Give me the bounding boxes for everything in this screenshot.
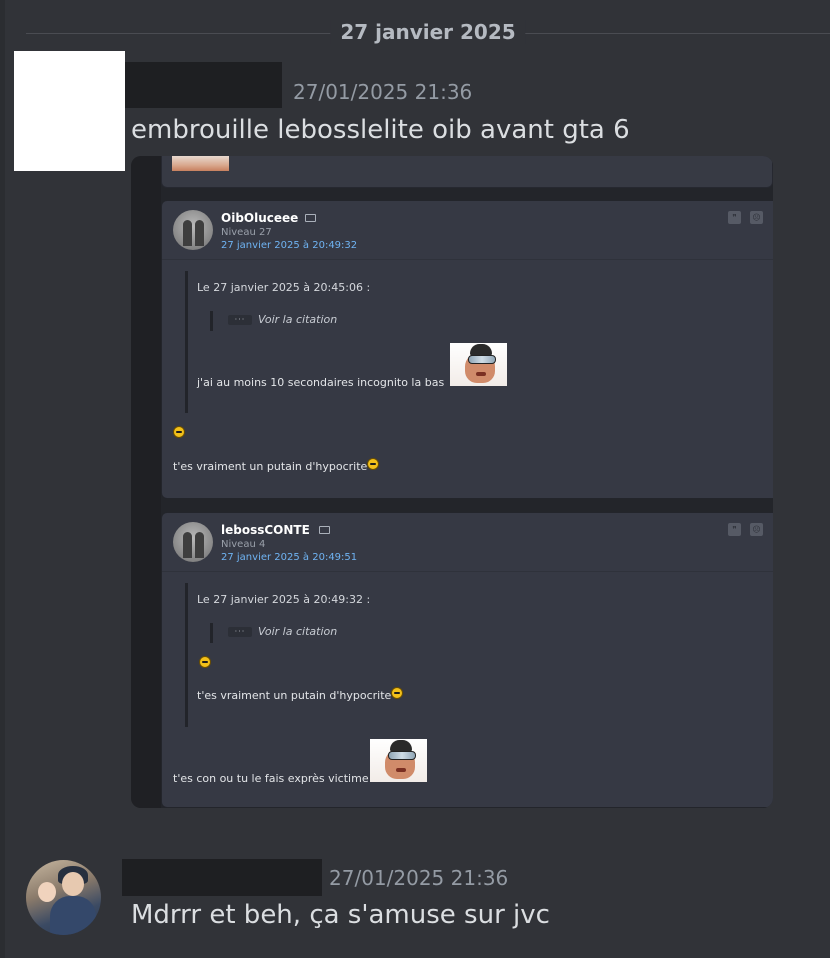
laughing-smiley-icon: [391, 687, 403, 699]
nested-quote-bar: [210, 623, 213, 643]
message-text: embrouille lebosslelite oib avant gta 6: [131, 115, 630, 145]
post-avatar: [173, 210, 213, 250]
quote-icon: ❞: [728, 211, 741, 224]
quote-bar: [185, 583, 188, 727]
ellipsis-icon: ···: [228, 627, 252, 637]
date-divider-label: 27 janvier 2025: [330, 20, 526, 44]
message-text: Mdrrr et beh, ça s'amuse sur jvc: [131, 900, 550, 930]
post-level: Niveau 27: [221, 227, 272, 238]
report-icon: ☹: [750, 523, 763, 536]
post-header-separator: [162, 571, 773, 572]
nested-quote-bar: [210, 311, 213, 331]
report-icon: ☹: [750, 211, 763, 224]
post-level: Niveau 4: [221, 539, 266, 550]
avatar[interactable]: [14, 51, 125, 171]
quote-header: Le 27 janvier 2025 à 20:49:32 :: [197, 593, 371, 606]
screenshot-attachment[interactable]: OibOluceee Niveau 27 27 janvier 2025 à 2…: [131, 156, 773, 808]
meme-image: [450, 343, 507, 386]
forum-post: OibOluceee Niveau 27 27 janvier 2025 à 2…: [161, 200, 773, 499]
mail-icon: [319, 526, 330, 534]
show-quote-toggle: Voir la citation: [258, 313, 338, 326]
mail-icon: [305, 214, 316, 222]
ellipsis-icon: ···: [228, 315, 252, 325]
post-date: 27 janvier 2025 à 20:49:51: [221, 552, 358, 563]
post-avatar: [173, 522, 213, 562]
redacted-username: [125, 62, 282, 108]
laughing-smiley-icon: [173, 426, 185, 438]
post-date: 27 janvier 2025 à 20:49:32: [221, 240, 358, 251]
quote-bar: [185, 271, 188, 413]
quoted-text: t'es vraiment un putain d'hypocrite: [197, 689, 392, 702]
redacted-username: [122, 859, 322, 896]
quote-icon: ❞: [728, 523, 741, 536]
post-header-separator: [162, 259, 773, 260]
laughing-smiley-icon: [367, 458, 379, 470]
show-quote-toggle: Voir la citation: [258, 625, 338, 638]
meme-image: [370, 739, 427, 782]
avatar[interactable]: [26, 860, 101, 935]
forum-post: lebossCONTE Niveau 4 27 janvier 2025 à 2…: [161, 512, 773, 808]
post-author: lebossCONTE: [221, 523, 310, 537]
laughing-smiley-icon: [199, 656, 211, 668]
message-timestamp[interactable]: 27/01/2025 21:36: [293, 80, 472, 104]
previous-post-fragment: [161, 156, 773, 188]
reply-text: t'es vraiment un putain d'hypocrite: [173, 460, 368, 473]
message-timestamp[interactable]: 27/01/2025 21:36: [329, 866, 508, 890]
post-author: OibOluceee: [221, 211, 299, 225]
quoted-text: j'ai au moins 10 secondaires incognito l…: [197, 376, 445, 389]
date-divider: 27 janvier 2025: [26, 20, 830, 46]
quote-header: Le 27 janvier 2025 à 20:45:06 :: [197, 281, 371, 294]
left-edge-bar: [0, 0, 5, 958]
meme-image-fragment: [172, 156, 229, 171]
reply-text: t'es con ou tu le fais exprès victime: [173, 772, 369, 785]
attachment-left-strip: [131, 156, 161, 808]
